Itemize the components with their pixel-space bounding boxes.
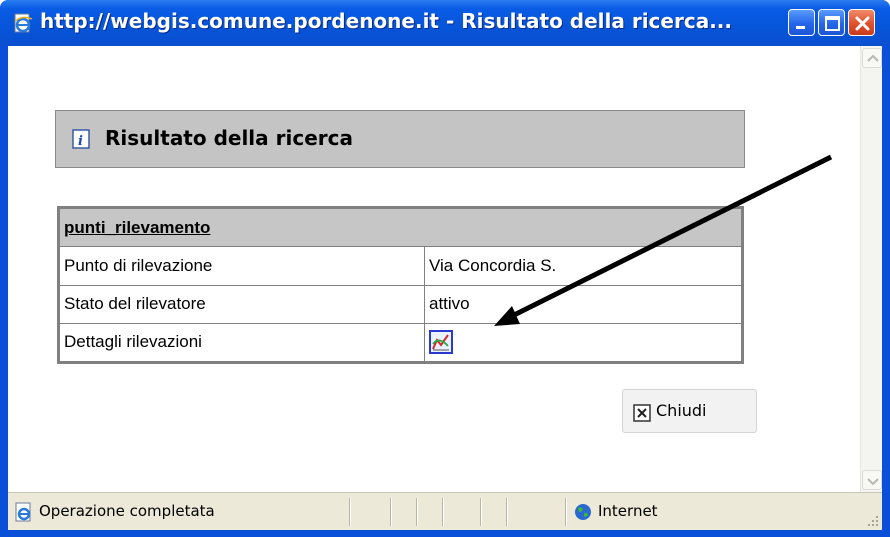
status-divider bbox=[480, 498, 481, 526]
scroll-up-button[interactable] bbox=[862, 48, 882, 68]
svg-text:i: i bbox=[78, 134, 83, 149]
security-zone-label: Internet bbox=[598, 502, 658, 520]
status-divider bbox=[416, 498, 417, 526]
client-area: i Risultato della ricerca punti_rilevame… bbox=[8, 46, 882, 492]
vertical-scrollbar[interactable] bbox=[860, 46, 882, 492]
resize-grip-icon[interactable] bbox=[866, 514, 880, 528]
ie-page-icon bbox=[15, 502, 31, 522]
title-bar[interactable]: http://webgis.comune.pordenone.it - Risu… bbox=[0, 0, 890, 46]
close-window-button[interactable] bbox=[848, 9, 875, 36]
scroll-down-button[interactable] bbox=[862, 470, 882, 490]
table-header: punti_rilevamento bbox=[60, 209, 741, 247]
status-divider bbox=[349, 498, 350, 526]
minimize-button[interactable] bbox=[788, 9, 815, 36]
browser-popup-window: http://webgis.comune.pordenone.it - Risu… bbox=[0, 0, 890, 537]
close-x-icon bbox=[633, 404, 651, 422]
info-icon: i bbox=[72, 129, 90, 149]
maximize-button[interactable] bbox=[818, 9, 845, 36]
row-value: Via Concordia S. bbox=[425, 247, 741, 285]
status-divider bbox=[442, 498, 443, 526]
row-value-details bbox=[425, 323, 741, 361]
result-table: punti_rilevamento Punto di rilevazione V… bbox=[57, 206, 744, 364]
status-divider bbox=[506, 498, 507, 526]
ie-page-icon bbox=[14, 13, 33, 33]
chart-icon[interactable] bbox=[429, 330, 453, 355]
close-button-label: Chiudi bbox=[656, 401, 707, 420]
close-button[interactable]: Chiudi bbox=[622, 389, 757, 433]
maximize-icon bbox=[825, 16, 840, 31]
table-row: Punto di rilevazione Via Concordia S. bbox=[60, 247, 741, 285]
layer-name-link[interactable]: punti_rilevamento bbox=[64, 218, 210, 237]
row-label: Punto di rilevazione bbox=[60, 247, 424, 285]
status-divider bbox=[390, 498, 391, 526]
status-divider bbox=[565, 498, 566, 526]
close-icon bbox=[855, 16, 870, 31]
result-heading-panel: i Risultato della ricerca bbox=[55, 110, 745, 168]
chevron-down-icon bbox=[867, 478, 879, 486]
row-label: Stato del rilevatore bbox=[60, 285, 424, 323]
row-label: Dettagli rilevazioni bbox=[60, 323, 424, 361]
chevron-up-icon bbox=[867, 54, 879, 62]
panel-title: Risultato della ricerca bbox=[105, 126, 353, 150]
globe-icon bbox=[575, 504, 591, 520]
window-title: http://webgis.comune.pordenone.it - Risu… bbox=[40, 9, 732, 33]
status-bar: Operazione completata Internet bbox=[8, 492, 882, 530]
table-header-row: punti_rilevamento bbox=[60, 209, 741, 247]
table-row: Stato del rilevatore attivo bbox=[60, 285, 741, 323]
row-value: attivo bbox=[425, 285, 741, 323]
minimize-icon bbox=[796, 26, 805, 29]
table-row: Dettagli rilevazioni bbox=[60, 323, 741, 361]
status-text: Operazione completata bbox=[39, 502, 215, 520]
